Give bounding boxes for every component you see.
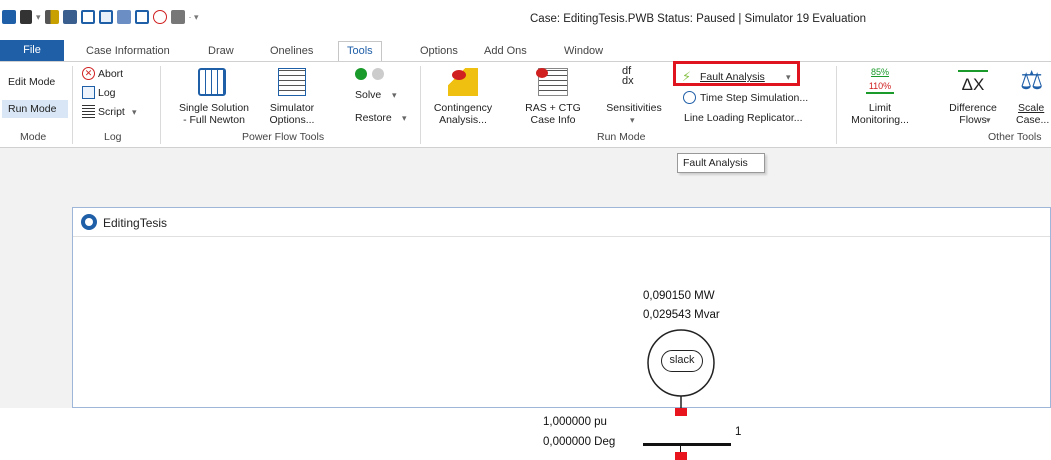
oneline-app-icon [81,214,97,230]
tool-icon-4[interactable] [98,10,113,24]
calculator-icon [198,68,226,96]
difference-flows-label-2[interactable]: Flows [938,114,1008,126]
app-icon[interactable] [2,10,16,24]
group-label-mode: Mode [20,131,47,143]
fault-analysis-highlight [673,61,800,86]
divider [836,66,837,144]
scale-icon: ⚖ [1020,65,1044,95]
oneline-window-title: EditingTesis [103,216,168,230]
chevron-down-icon[interactable]: ▾ [986,114,991,126]
simulator-options-label[interactable]: Simulator [262,102,322,114]
scale-case-label-2[interactable]: Case... [1016,114,1049,126]
tool-icon-5[interactable] [116,10,131,24]
chevron-down-icon[interactable]: ▾ [132,106,137,118]
log-icon [82,86,95,99]
run-mode-button[interactable]: Run Mode [2,100,68,118]
generator-mw-value[interactable]: 0,090150 MW [643,290,715,302]
tab-options[interactable]: Options [412,42,466,61]
bus-voltage-value[interactable]: 1,000000 pu [543,416,607,428]
oneline-window: EditingTesis 0,090150 MW 0,029543 Mvar s… [72,207,1051,460]
abort-icon: ✕ [82,67,95,80]
limit-monitoring-label-2[interactable]: Monitoring... [844,114,916,126]
oneline-window-titlebar[interactable]: EditingTesis [73,208,1050,237]
limit-110-label: 110% [868,81,892,91]
generator-breaker[interactable] [675,408,687,416]
tab-add-ons[interactable]: Add Ons [476,42,535,61]
tab-draw[interactable]: Draw [200,42,242,61]
contingency-label-2[interactable]: Analysis... [430,114,496,126]
clock-icon [683,91,696,104]
tool-icon-2[interactable] [62,10,77,24]
generator-mvar-value[interactable]: 0,029543 Mvar [643,309,720,321]
script-button[interactable]: Script [98,106,125,118]
divider [420,66,421,144]
restore-button[interactable]: Restore [355,112,392,124]
group-label-log: Log [104,131,122,143]
difference-symbol: ΔX [961,75,985,94]
chevron-down-icon[interactable]: ▾ [630,114,635,126]
tool-icon-6[interactable] [134,10,149,24]
ras-ctg-label-2[interactable]: Case Info [518,114,588,126]
group-label-other-tools: Other Tools [988,131,1042,143]
fault-analysis-tooltip: Fault Analysis [677,153,765,173]
group-label-run-mode: Run Mode [597,131,646,143]
simulator-options-icon [278,68,306,96]
bus-angle-value[interactable]: 0,000000 Deg [543,436,615,448]
tool-icon-3[interactable] [80,10,95,24]
script-icon [82,105,95,118]
load-breaker[interactable] [675,452,687,460]
chevron-down-icon[interactable]: ▾ [392,89,397,101]
contingency-label[interactable]: Contingency [430,102,496,114]
log-button[interactable]: Log [98,87,116,99]
stop-icon[interactable] [372,68,384,80]
play-icon[interactable] [355,68,367,80]
workspace: EditingTesis 0,090150 MW 0,029543 Mvar s… [0,148,1051,460]
limit-monitoring-label[interactable]: Limit [844,102,916,114]
sensitivities-icon: df dx [622,65,634,87]
divider [72,66,73,144]
tab-tools[interactable]: Tools [338,41,382,62]
solve-button[interactable]: Solve [355,89,381,101]
limit-line-icon [866,92,894,94]
edit-mode-button[interactable]: Edit Mode [8,76,55,88]
bus-number-label: 1 [735,426,742,438]
ribbon: Edit Mode Run Mode Mode ✕ Abort Log Scri… [0,61,1051,148]
tab-onelines[interactable]: Onelines [262,42,321,61]
ras-ctg-label[interactable]: RAS + CTG [518,102,588,114]
close-circle-icon[interactable] [152,10,167,24]
line-loading-replicator-button[interactable]: Line Loading Replicator... [684,112,803,124]
tool-icon-7[interactable] [170,10,185,24]
window-title: Case: EditingTesis.PWB Status: Paused | … [530,13,867,25]
title-bar: ▾ · ▾ Case: EditingTesis.PWB Status: Pau… [0,0,1051,40]
overflow-icon[interactable]: · ▾ [189,12,199,23]
tab-window[interactable]: Window [556,42,611,61]
dropdown-arrow-icon[interactable]: ▾ [36,12,41,23]
red-marker-icon [452,70,466,80]
tab-file[interactable]: File [0,40,64,61]
tab-case-information[interactable]: Case Information [78,42,178,61]
red-marker-icon [536,68,548,78]
limit-85-label: 85% [870,67,889,77]
single-solution-label-2[interactable]: - Full Newton [172,114,256,126]
sensitivities-button[interactable]: Sensitivities [598,102,670,114]
time-step-simulation-button[interactable]: Time Step Simulation... [700,92,808,104]
difference-flows-label[interactable]: Difference [938,102,1008,114]
chevron-down-icon[interactable]: ▾ [402,112,407,124]
quick-access-toolbar: ▾ · ▾ [2,10,199,24]
open-case-icon[interactable] [20,10,32,24]
difference-line-icon [958,70,988,72]
divider [160,66,161,144]
simulator-options-label-2[interactable]: Options... [262,114,322,126]
single-solution-label[interactable]: Single Solution [172,102,256,114]
abort-button[interactable]: Abort [98,68,123,80]
tool-icon-1[interactable] [44,10,59,24]
scale-case-label[interactable]: Scale [1018,102,1044,114]
slack-label[interactable]: slack [661,350,703,372]
ribbon-tabs: File Case Information Draw Onelines Tool… [0,40,1051,62]
group-label-power-flow: Power Flow Tools [242,131,325,143]
bus-bar[interactable] [643,443,731,446]
